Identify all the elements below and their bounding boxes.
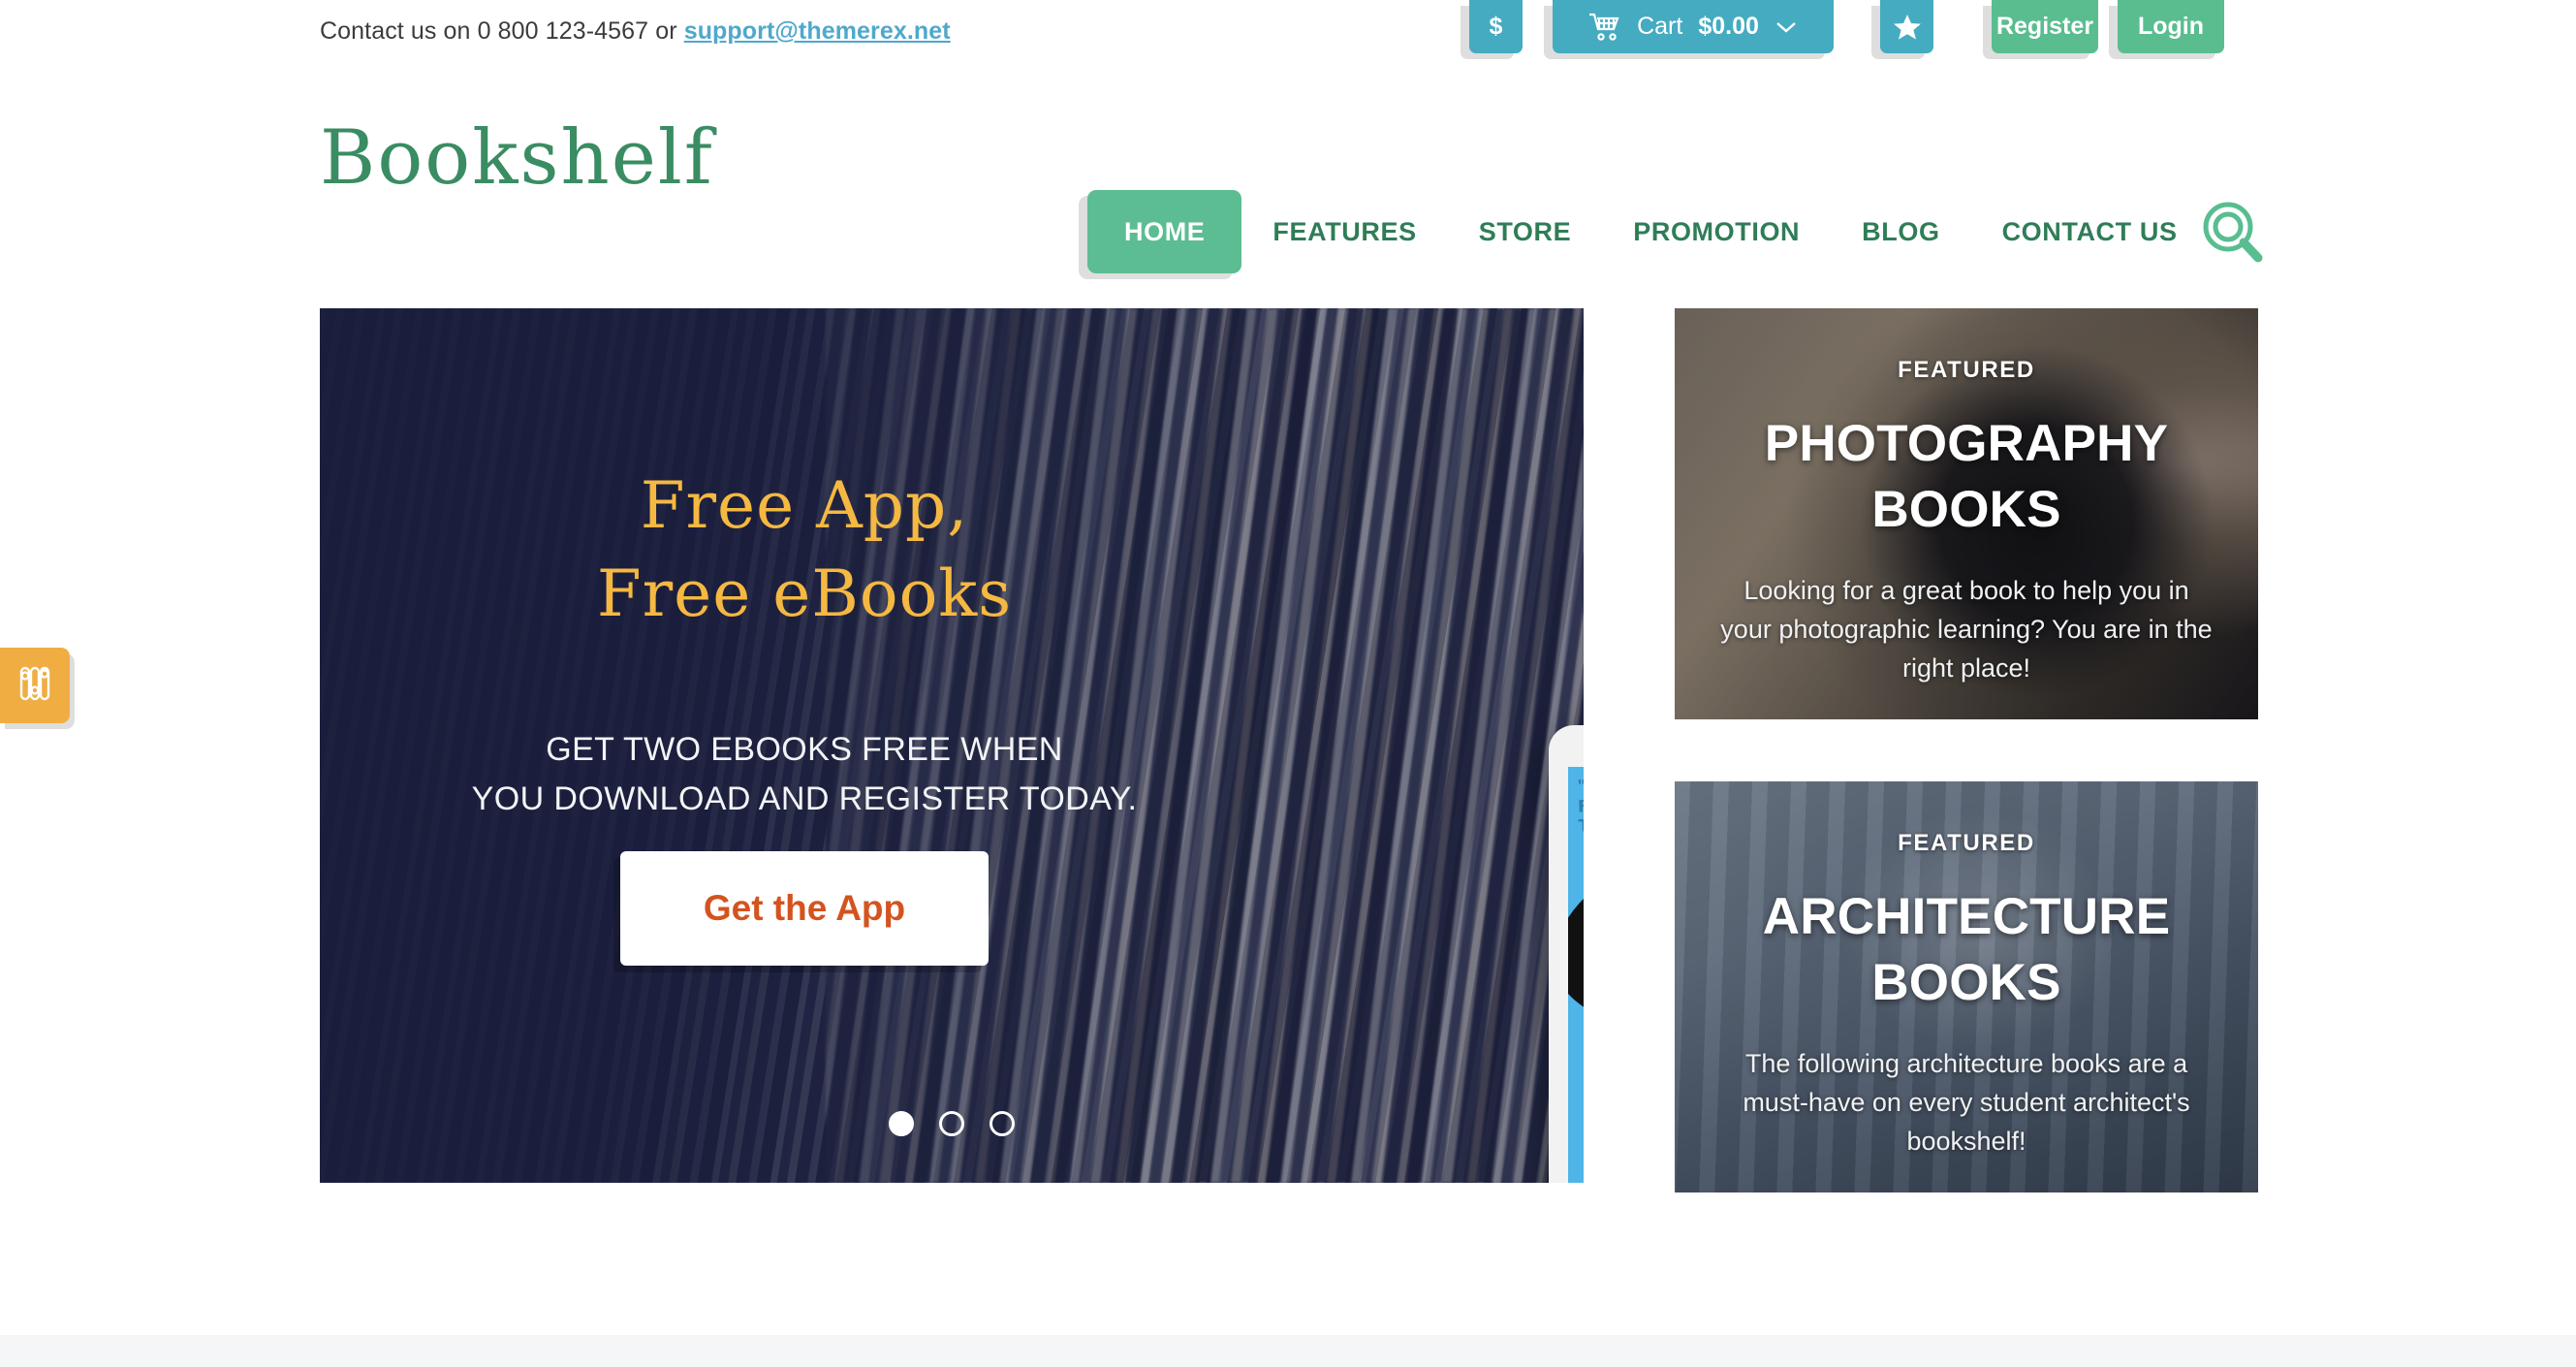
- hero-subtitle-line-2: YOU DOWNLOAD AND REGISTER TODAY.: [471, 780, 1138, 817]
- page-root: Contact us on 0 800 123-4567 or support@…: [0, 0, 2576, 1367]
- nav-item-home[interactable]: HOME: [1087, 190, 1242, 273]
- card-content: FEATURED PHOTOGRAPHY BOOKS Looking for a…: [1675, 308, 2258, 719]
- cart-icon: [1588, 13, 1621, 42]
- login-button[interactable]: Login: [2118, 0, 2224, 53]
- register-button[interactable]: Register: [1992, 0, 2098, 53]
- footer-strip: [0, 1335, 2576, 1367]
- star-icon: [1893, 14, 1921, 40]
- hero-title: Free App, Free eBooks: [320, 461, 1289, 638]
- main-navigation: HOME FEATURES STORE PROMOTION BLOG CONTA…: [1087, 190, 2209, 273]
- hero-content: Free App, Free eBooks GET TWO EBOOKS FRE…: [320, 308, 1584, 1183]
- site-logo[interactable]: Bookshelf: [320, 120, 714, 196]
- nav-item-blog[interactable]: BLOG: [1831, 190, 1970, 273]
- hero-title-line-1: Free App,: [640, 468, 969, 543]
- currency-switcher-button[interactable]: $: [1469, 0, 1523, 53]
- card-description: The following architecture books are a m…: [1743, 1048, 2190, 1156]
- card-label: FEATURED: [1898, 830, 2035, 856]
- contact-info: Contact us on 0 800 123-4567 or support@…: [320, 17, 951, 46]
- card-title: PHOTOGRAPHY BOOKS: [1764, 415, 2169, 538]
- nav-item-promotion[interactable]: PROMOTION: [1602, 190, 1831, 273]
- search-icon[interactable]: [2200, 200, 2266, 266]
- slider-dot-2[interactable]: [939, 1111, 964, 1136]
- card-label: FEATURED: [1898, 357, 2035, 383]
- nav-item-contact-us[interactable]: CONTACT US: [1971, 190, 2209, 273]
- theme-settings-tab[interactable]: [0, 648, 70, 723]
- site-header: Bookshelf HOME FEATURES STORE PROMOTION …: [0, 64, 2576, 297]
- card-content: FEATURED ARCHITECTURE BOOKS The followin…: [1675, 781, 2258, 1192]
- hero-subtitle: GET TWO EBOOKS FREE WHEN YOU DOWNLOAD AN…: [320, 725, 1289, 824]
- slider-dot-1[interactable]: [889, 1111, 914, 1136]
- wishlist-button[interactable]: [1880, 0, 1933, 53]
- slider-dot-3[interactable]: [990, 1111, 1015, 1136]
- card-description: Looking for a great book to help you in …: [1720, 575, 2213, 683]
- nav-item-features[interactable]: FEATURES: [1241, 190, 1447, 273]
- get-the-app-button[interactable]: Get the App: [620, 851, 989, 966]
- contact-text: Contact us on 0 800 123-4567 or: [320, 17, 684, 45]
- cart-label: Cart: [1637, 13, 1683, 40]
- nav-item-store[interactable]: STORE: [1448, 190, 1603, 273]
- chevron-down-icon: [1775, 19, 1798, 35]
- card-title: ARCHITECTURE BOOKS: [1762, 888, 2171, 1011]
- top-bar: Contact us on 0 800 123-4567 or support@…: [0, 0, 2576, 64]
- hero-title-line-2: Free eBooks: [596, 556, 1013, 632]
- cart-total: $0.00: [1698, 13, 1759, 40]
- featured-card-photography[interactable]: FEATURED PHOTOGRAPHY BOOKS Looking for a…: [1675, 308, 2258, 719]
- sliders-icon: [17, 664, 52, 708]
- featured-card-architecture[interactable]: FEATURED ARCHITECTURE BOOKS The followin…: [1675, 781, 2258, 1192]
- cart-button[interactable]: Cart $0.00: [1553, 0, 1834, 53]
- hero-subtitle-line-1: GET TWO EBOOKS FREE WHEN: [546, 731, 1063, 768]
- slider-pagination: [889, 1111, 1015, 1136]
- dollar-icon: $: [1489, 13, 1503, 40]
- hero-slider[interactable]: "ELECTRIC... STACCATO BURSTS FILLED WITH…: [320, 308, 1584, 1183]
- support-email-link[interactable]: support@themerex.net: [684, 17, 951, 45]
